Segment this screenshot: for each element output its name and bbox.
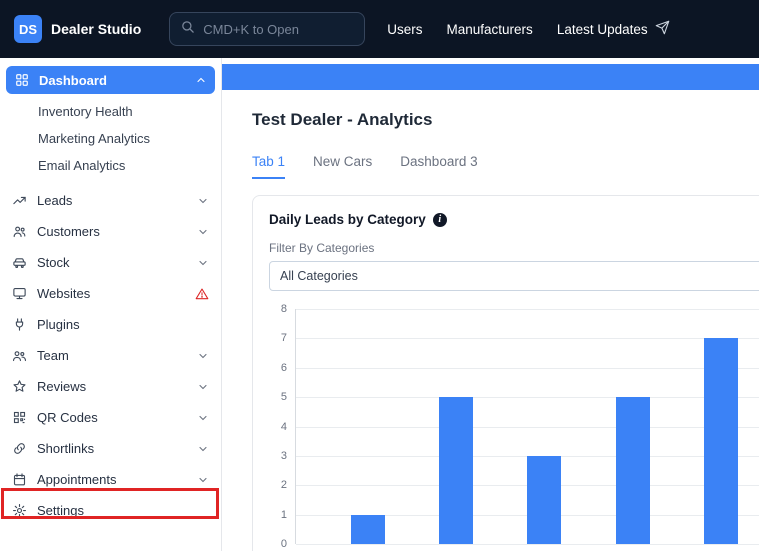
sidebar-item-stock[interactable]: Stock <box>0 247 221 278</box>
chevron-down-icon <box>197 412 209 424</box>
daily-leads-card: Daily Leads by Category i Filter By Cate… <box>252 195 759 551</box>
topnav: Users Manufacturers Latest Updates <box>387 20 669 38</box>
sidebar-item-dashboard[interactable]: Dashboard <box>6 66 215 94</box>
y-tick-label: 5 <box>281 391 287 403</box>
link-icon <box>12 441 27 456</box>
gridline <box>296 544 759 545</box>
sidebar-item-label: QR Codes <box>37 410 197 425</box>
categories-select[interactable]: All Categories <box>269 261 759 291</box>
sidebar-item-label: Team <box>37 348 197 363</box>
bar <box>351 515 385 544</box>
y-tick-label: 4 <box>281 421 287 433</box>
dashboard-subnav: Inventory Health Marketing Analytics Ema… <box>0 96 221 185</box>
chevron-down-icon <box>197 195 209 207</box>
sidebar-item-qr-codes[interactable]: QR Codes <box>0 402 221 433</box>
sidebar-item-team[interactable]: Team <box>0 340 221 371</box>
monitor-icon <box>12 286 27 301</box>
chevron-down-icon <box>197 474 209 486</box>
tab-1[interactable]: Tab 1 <box>252 154 285 179</box>
car-icon <box>12 255 27 270</box>
paper-plane-icon <box>655 20 670 38</box>
chevron-up-icon <box>195 74 207 86</box>
bar <box>704 338 738 544</box>
chevron-down-icon <box>197 350 209 362</box>
sidebar-item-label: Settings <box>37 503 209 518</box>
sidebar-item-plugins[interactable]: Plugins <box>0 309 221 340</box>
sidebar-item-label: Websites <box>37 286 195 301</box>
sidebar-subitem-inventory-health[interactable]: Inventory Health <box>0 98 221 125</box>
sidebar-item-label: Reviews <box>37 379 197 394</box>
calendar-icon <box>12 472 27 487</box>
info-icon[interactable]: i <box>433 213 447 227</box>
tab-new-cars[interactable]: New Cars <box>313 154 372 179</box>
y-tick-label: 2 <box>281 479 287 491</box>
qr-code-icon <box>12 410 27 425</box>
app-logo: DS <box>14 15 42 43</box>
y-tick-label: 7 <box>281 332 287 344</box>
global-search[interactable] <box>169 12 365 46</box>
sidebar-subitem-email-analytics[interactable]: Email Analytics <box>0 152 221 179</box>
main-area: Test Dealer - Analytics Tab 1 New Cars D… <box>222 58 759 551</box>
search-input[interactable] <box>203 22 343 37</box>
page-title: Test Dealer - Analytics <box>252 110 759 130</box>
chevron-down-icon <box>197 257 209 269</box>
brand-name: Dealer Studio <box>51 21 141 37</box>
topnav-manufacturers[interactable]: Manufacturers <box>447 22 533 37</box>
team-icon <box>12 348 27 363</box>
bars <box>296 309 759 544</box>
sidebar-item-shortlinks[interactable]: Shortlinks <box>0 433 221 464</box>
topnav-latest-updates[interactable]: Latest Updates <box>557 20 670 38</box>
dashboard-grid-icon <box>14 73 29 88</box>
search-icon <box>180 19 195 39</box>
sidebar-item-label: Customers <box>37 224 197 239</box>
sidebar-item-reviews[interactable]: Reviews <box>0 371 221 402</box>
sidebar-item-label: Dashboard <box>39 73 195 88</box>
topnav-latest-updates-label: Latest Updates <box>557 22 648 37</box>
warning-triangle-icon <box>195 287 209 301</box>
sidebar-item-websites[interactable]: Websites <box>0 278 221 309</box>
bar-chart: 012345678 <box>269 309 759 544</box>
sidebar-item-leads[interactable]: Leads <box>0 185 221 216</box>
topbar: DS Dealer Studio Users Manufacturers Lat… <box>0 0 759 58</box>
y-tick-label: 0 <box>281 538 287 550</box>
chevron-down-icon <box>197 443 209 455</box>
bar <box>616 397 650 544</box>
sidebar-subitem-marketing-analytics[interactable]: Marketing Analytics <box>0 125 221 152</box>
star-icon <box>12 379 27 394</box>
sidebar-item-label: Shortlinks <box>37 441 197 456</box>
trend-up-icon <box>12 193 27 208</box>
bar <box>439 397 473 544</box>
bar <box>527 456 561 544</box>
plot-area <box>295 309 759 544</box>
topnav-users-label: Users <box>387 22 422 37</box>
sidebar: Dashboard Inventory Health Marketing Ana… <box>0 58 222 551</box>
blue-banner <box>222 64 759 90</box>
sidebar-item-label: Plugins <box>37 317 209 332</box>
tabs: Tab 1 New Cars Dashboard 3 <box>252 154 759 179</box>
y-tick-label: 3 <box>281 450 287 462</box>
users-icon <box>12 224 27 239</box>
gear-icon <box>12 503 27 518</box>
chevron-down-icon <box>197 226 209 238</box>
topnav-manufacturers-label: Manufacturers <box>447 22 533 37</box>
y-tick-label: 1 <box>281 509 287 521</box>
card-title: Daily Leads by Category <box>269 212 426 227</box>
plug-icon <box>12 317 27 332</box>
y-axis: 012345678 <box>269 309 295 544</box>
sidebar-item-label: Leads <box>37 193 197 208</box>
tab-dashboard-3[interactable]: Dashboard 3 <box>400 154 477 179</box>
sidebar-item-settings[interactable]: Settings <box>0 495 221 526</box>
sidebar-item-customers[interactable]: Customers <box>0 216 221 247</box>
sidebar-item-appointments[interactable]: Appointments <box>0 464 221 495</box>
y-tick-label: 8 <box>281 303 287 315</box>
chevron-down-icon <box>197 381 209 393</box>
topnav-users[interactable]: Users <box>387 22 422 37</box>
sidebar-item-label: Appointments <box>37 472 197 487</box>
y-tick-label: 6 <box>281 362 287 374</box>
sidebar-item-label: Stock <box>37 255 197 270</box>
filter-label: Filter By Categories <box>269 241 759 255</box>
